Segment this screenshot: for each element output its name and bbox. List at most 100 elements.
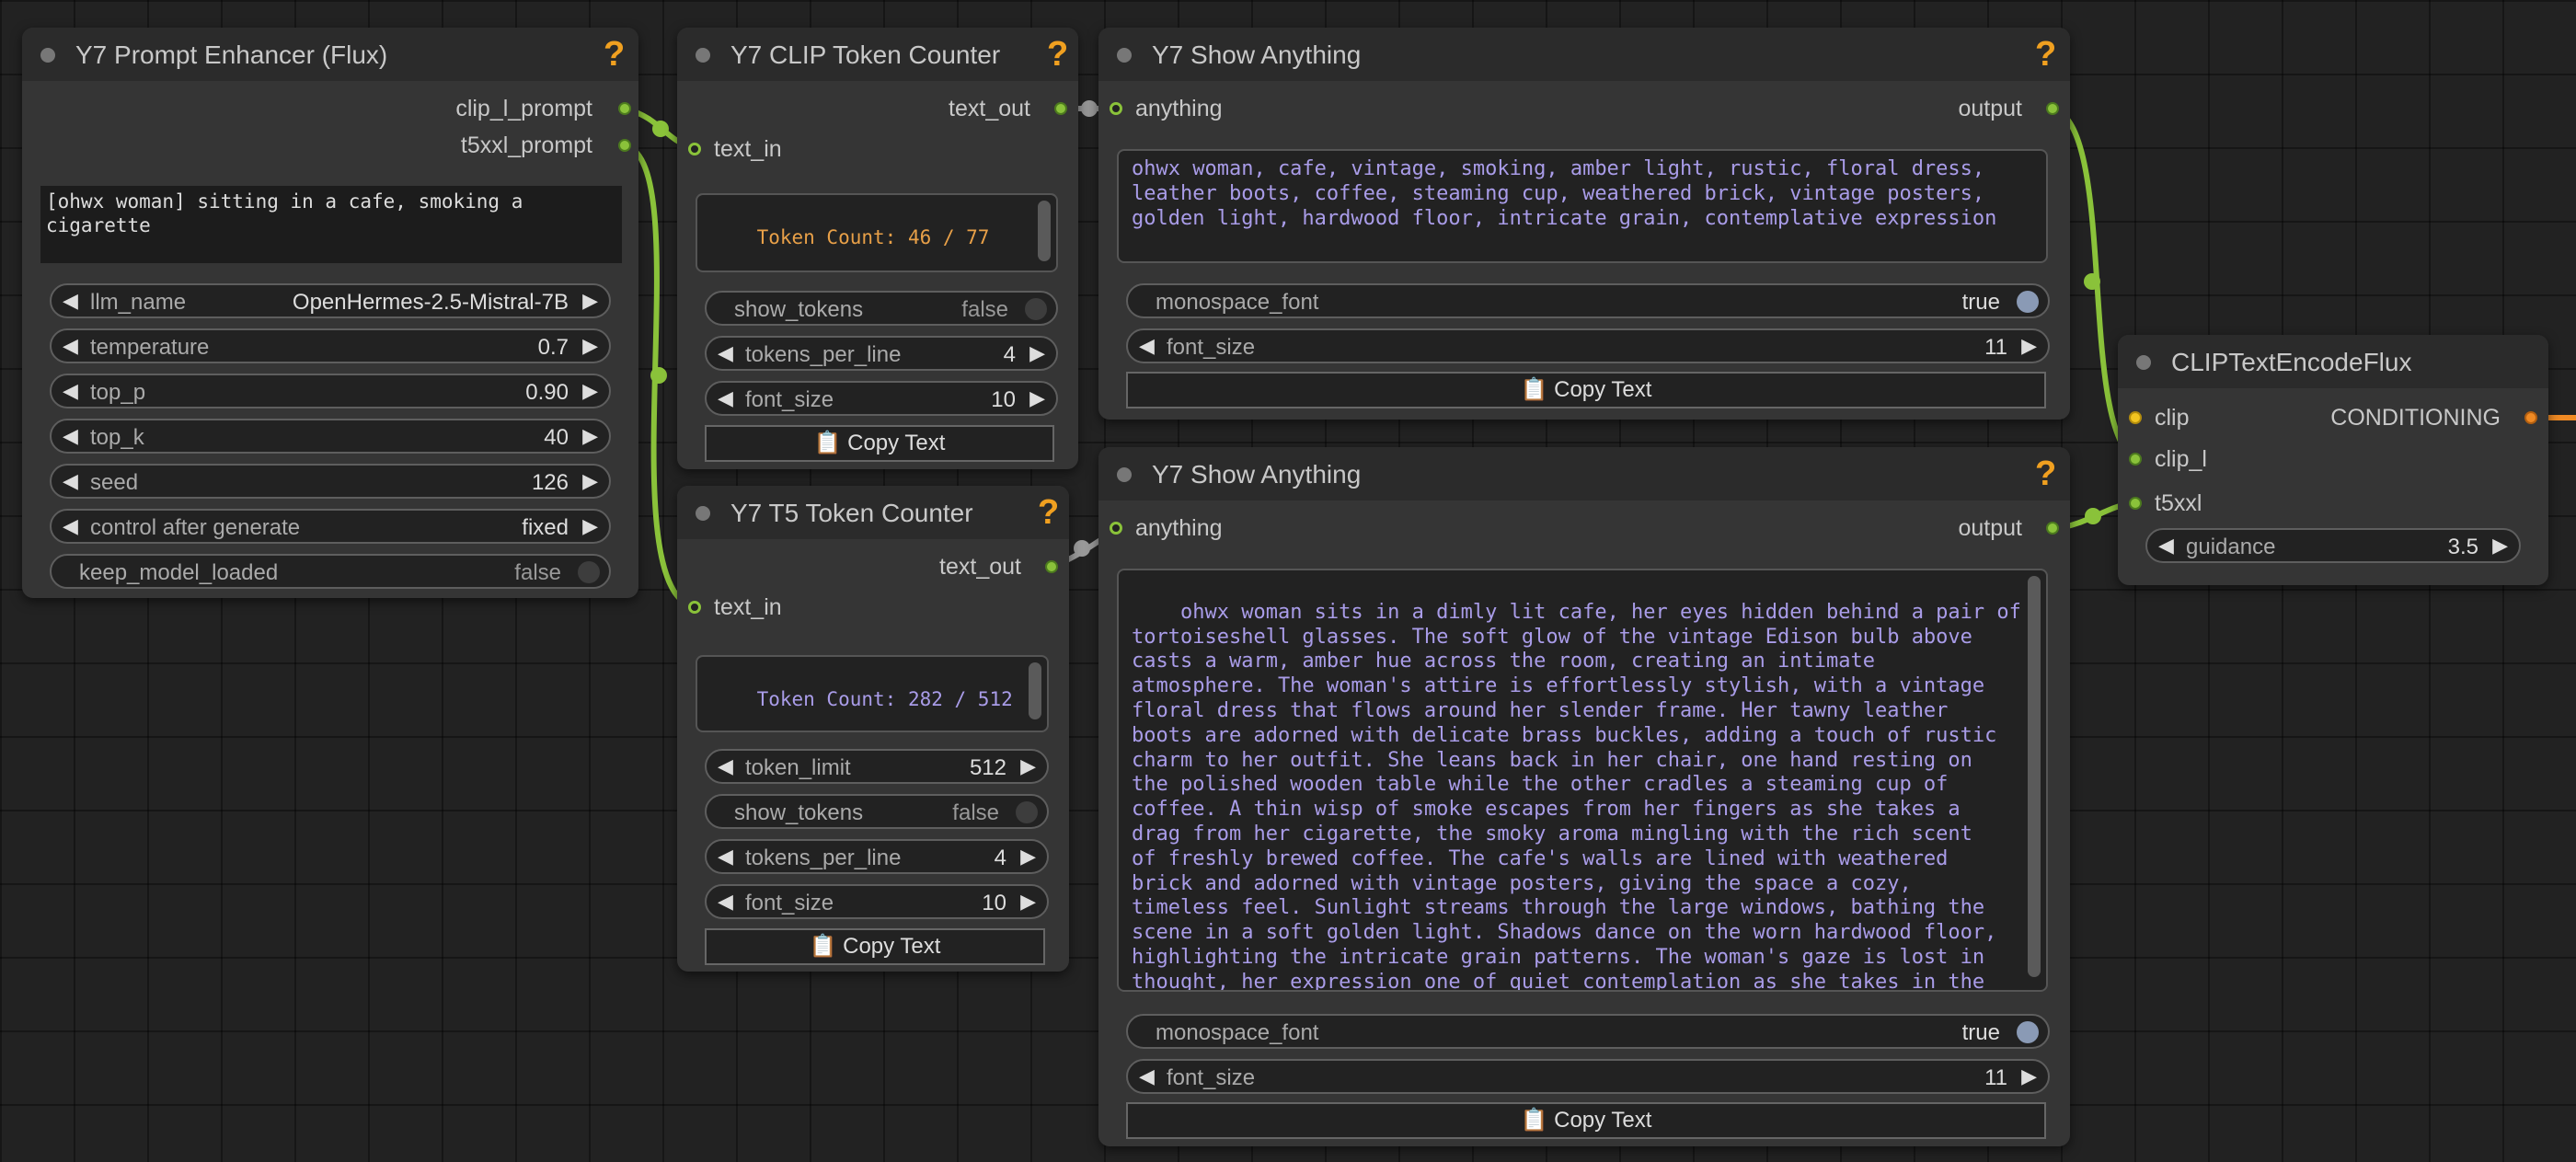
top-p-number[interactable]: ◀ top_p 0.90 ▶ (50, 374, 611, 408)
input-slot-text-in[interactable] (688, 143, 701, 155)
t5-token-counter-node[interactable]: Y7 T5 Token Counter ? text_out text_in T… (677, 486, 1069, 972)
scrollbar[interactable] (2028, 576, 2041, 977)
increment-arrow-icon[interactable]: ▶ (582, 289, 598, 313)
input-slot-t5xxl[interactable] (2129, 497, 2142, 510)
output-label-text-out: text_out (939, 554, 1021, 580)
increment-arrow-icon[interactable]: ▶ (1029, 386, 1045, 410)
seed-number[interactable]: ◀ seed 126 ▶ (50, 464, 611, 499)
decrement-arrow-icon[interactable]: ◀ (1139, 334, 1155, 358)
input-slot-text-in[interactable] (688, 601, 701, 614)
monospace-font-toggle[interactable]: monospace_font true (1126, 1014, 2050, 1049)
increment-arrow-icon[interactable]: ▶ (2021, 334, 2037, 358)
increment-arrow-icon[interactable]: ▶ (582, 514, 598, 538)
widget-label: monospace_font (1156, 290, 1319, 315)
decrement-arrow-icon[interactable]: ◀ (63, 379, 78, 403)
widget-value: true (1961, 1020, 2000, 1045)
show-anything-node-2[interactable]: Y7 Show Anything ? anything output ohwx … (1098, 447, 2070, 1146)
collapse-dot-icon[interactable] (1117, 48, 1132, 63)
collapse-dot-icon[interactable] (696, 48, 710, 63)
increment-arrow-icon[interactable]: ▶ (582, 469, 598, 493)
keep-model-loaded-toggle[interactable]: keep_model_loaded false (50, 554, 611, 589)
increment-arrow-icon[interactable]: ▶ (1029, 341, 1045, 365)
prompt-enhancer-node[interactable]: Y7 Prompt Enhancer (Flux) ? clip_l_promp… (22, 28, 638, 598)
help-icon[interactable]: ? (2035, 454, 2056, 494)
control-after-generate-combo[interactable]: ◀ control after generate fixed ▶ (50, 509, 611, 544)
widget-label: font_size (745, 387, 834, 412)
input-slot-clip[interactable] (2129, 411, 2142, 424)
help-icon[interactable]: ? (1038, 493, 1059, 533)
font-size-number[interactable]: ◀ font_size 10 ▶ (705, 381, 1058, 416)
show-anything-node-1[interactable]: Y7 Show Anything ? anything output ohwx … (1098, 28, 2070, 420)
output-slot-text-out[interactable] (1045, 560, 1058, 573)
clip-token-counter-node[interactable]: Y7 CLIP Token Counter ? text_out text_in… (677, 28, 1078, 469)
output-slot-t5xxl-prompt[interactable] (618, 139, 631, 152)
decrement-arrow-icon[interactable]: ◀ (718, 890, 733, 914)
show-anything-textarea[interactable]: ohwx woman sits in a dimly lit cafe, her… (1117, 569, 2048, 992)
node-header[interactable]: Y7 Prompt Enhancer (Flux) ? (22, 28, 638, 81)
node-header[interactable]: Y7 Show Anything ? (1098, 447, 2070, 500)
collapse-dot-icon[interactable] (40, 48, 55, 63)
help-icon[interactable]: ? (2035, 35, 2056, 75)
scrollbar[interactable] (1029, 662, 1041, 719)
font-size-number[interactable]: ◀ font_size 11 ▶ (1126, 328, 2050, 363)
node-header[interactable]: Y7 T5 Token Counter ? (677, 486, 1069, 539)
font-size-number[interactable]: ◀ font_size 10 ▶ (705, 884, 1049, 919)
collapse-dot-icon[interactable] (696, 506, 710, 521)
decrement-arrow-icon[interactable]: ◀ (718, 386, 733, 410)
decrement-arrow-icon[interactable]: ◀ (63, 514, 78, 538)
input-slot-clip-l[interactable] (2129, 453, 2142, 466)
increment-arrow-icon[interactable]: ▶ (2492, 534, 2508, 558)
temperature-number[interactable]: ◀ temperature 0.7 ▶ (50, 328, 611, 363)
tokens-per-line-number[interactable]: ◀ tokens_per_line 4 ▶ (705, 336, 1058, 371)
node-header[interactable]: Y7 Show Anything ? (1098, 28, 2070, 81)
scrollbar[interactable] (1038, 201, 1051, 261)
llm-name-combo[interactable]: ◀ llm_name OpenHermes-2.5-Mistral-7B ▶ (50, 283, 611, 318)
decrement-arrow-icon[interactable]: ◀ (718, 845, 733, 869)
decrement-arrow-icon[interactable]: ◀ (1139, 1064, 1155, 1088)
copy-text-button[interactable]: 📋 Copy Text (1126, 1102, 2046, 1139)
increment-arrow-icon[interactable]: ▶ (1020, 754, 1036, 778)
decrement-arrow-icon[interactable]: ◀ (718, 754, 733, 778)
output-slot-output[interactable] (2046, 522, 2059, 535)
collapse-dot-icon[interactable] (1117, 467, 1132, 482)
decrement-arrow-icon[interactable]: ◀ (63, 334, 78, 358)
increment-arrow-icon[interactable]: ▶ (1020, 845, 1036, 869)
help-icon[interactable]: ? (1047, 35, 1068, 75)
increment-arrow-icon[interactable]: ▶ (2021, 1064, 2037, 1088)
show-tokens-toggle[interactable]: show_tokens false (705, 291, 1058, 326)
clip-token-count-textarea[interactable]: Token Count: 46 / 77 (696, 193, 1058, 272)
copy-text-button[interactable]: 📋 Copy Text (705, 928, 1045, 965)
decrement-arrow-icon[interactable]: ◀ (63, 424, 78, 448)
increment-arrow-icon[interactable]: ▶ (582, 379, 598, 403)
guidance-number[interactable]: ◀ guidance 3.5 ▶ (2145, 528, 2521, 563)
token-limit-number[interactable]: ◀ token_limit 512 ▶ (705, 749, 1049, 784)
decrement-arrow-icon[interactable]: ◀ (2158, 534, 2174, 558)
output-slot-text-out[interactable] (1054, 102, 1067, 115)
font-size-number[interactable]: ◀ font_size 11 ▶ (1126, 1059, 2050, 1094)
prompt-textarea[interactable]: [ohwx woman] sitting in a cafe, smoking … (40, 186, 622, 263)
tokens-per-line-number[interactable]: ◀ tokens_per_line 4 ▶ (705, 839, 1049, 874)
top-k-number[interactable]: ◀ top_k 40 ▶ (50, 419, 611, 454)
output-slot-output[interactable] (2046, 102, 2059, 115)
collapse-dot-icon[interactable] (2136, 355, 2151, 370)
show-tokens-toggle[interactable]: show_tokens false (705, 794, 1049, 829)
t5-token-count-textarea[interactable]: Token Count: 282 / 512 (696, 655, 1049, 732)
input-slot-anything[interactable] (1110, 102, 1122, 115)
increment-arrow-icon[interactable]: ▶ (582, 424, 598, 448)
increment-arrow-icon[interactable]: ▶ (582, 334, 598, 358)
show-anything-textarea[interactable]: ohwx woman, cafe, vintage, smoking, ambe… (1117, 149, 2048, 263)
decrement-arrow-icon[interactable]: ◀ (718, 341, 733, 365)
clip-text-encode-flux-node[interactable]: CLIPTextEncodeFlux clip CONDITIONING cli… (2118, 335, 2548, 585)
help-icon[interactable]: ? (604, 35, 625, 75)
node-header[interactable]: Y7 CLIP Token Counter ? (677, 28, 1078, 81)
monospace-font-toggle[interactable]: monospace_font true (1126, 283, 2050, 318)
copy-text-button[interactable]: 📋 Copy Text (1126, 372, 2046, 408)
node-header[interactable]: CLIPTextEncodeFlux (2118, 335, 2548, 388)
decrement-arrow-icon[interactable]: ◀ (63, 469, 78, 493)
output-slot-clip-l-prompt[interactable] (618, 102, 631, 115)
input-slot-anything[interactable] (1110, 522, 1122, 535)
copy-text-button[interactable]: 📋 Copy Text (705, 425, 1054, 462)
increment-arrow-icon[interactable]: ▶ (1020, 890, 1036, 914)
decrement-arrow-icon[interactable]: ◀ (63, 289, 78, 313)
output-slot-conditioning[interactable] (2524, 411, 2537, 424)
